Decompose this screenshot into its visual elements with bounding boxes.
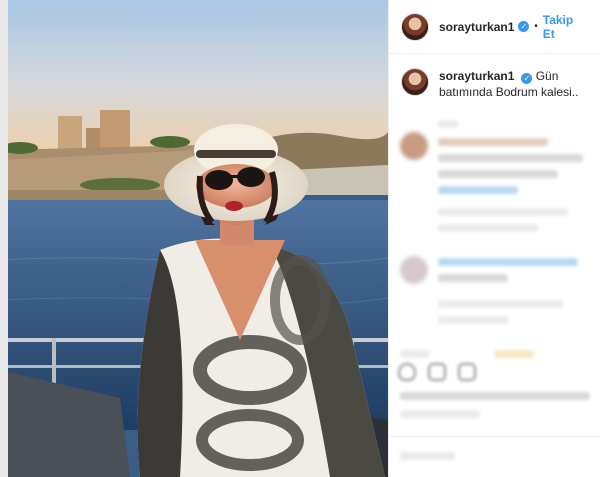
blurred-avatar xyxy=(400,256,428,284)
blurred-text xyxy=(438,138,588,194)
verified-badge-icon: ✓ xyxy=(521,73,533,84)
heart-icon[interactable] xyxy=(398,363,416,381)
post-caption: sorayturkan1 ✓ Gün batımında Bodrum kales… xyxy=(401,68,588,100)
caption-avatar[interactable] xyxy=(401,68,429,96)
post-header: sorayturkan1 ✓ • Takip Et xyxy=(389,0,600,54)
post-image xyxy=(0,0,388,477)
blurred-text xyxy=(400,452,460,460)
header-username[interactable]: sorayturkan1 xyxy=(439,20,514,34)
follow-button[interactable]: Takip Et xyxy=(543,13,588,41)
comment-icon[interactable] xyxy=(428,363,446,381)
action-icons xyxy=(398,360,598,384)
blurred-text xyxy=(438,208,588,232)
avatar[interactable] xyxy=(401,12,429,41)
blurred-text xyxy=(438,258,588,324)
verified-badge-icon: ✓ xyxy=(518,21,530,32)
caption-username[interactable]: sorayturkan1 xyxy=(439,69,514,83)
blurred-text xyxy=(400,392,595,440)
separator-dot: • xyxy=(534,21,538,32)
divider xyxy=(388,436,600,437)
post-photo[interactable] xyxy=(0,0,388,477)
blurred-text xyxy=(438,120,458,128)
share-icon[interactable] xyxy=(458,363,476,381)
blurred-avatar xyxy=(400,132,428,160)
comments-section: sorayturkan1 ✓ Gün batımında Bodrum kales… xyxy=(389,54,600,100)
